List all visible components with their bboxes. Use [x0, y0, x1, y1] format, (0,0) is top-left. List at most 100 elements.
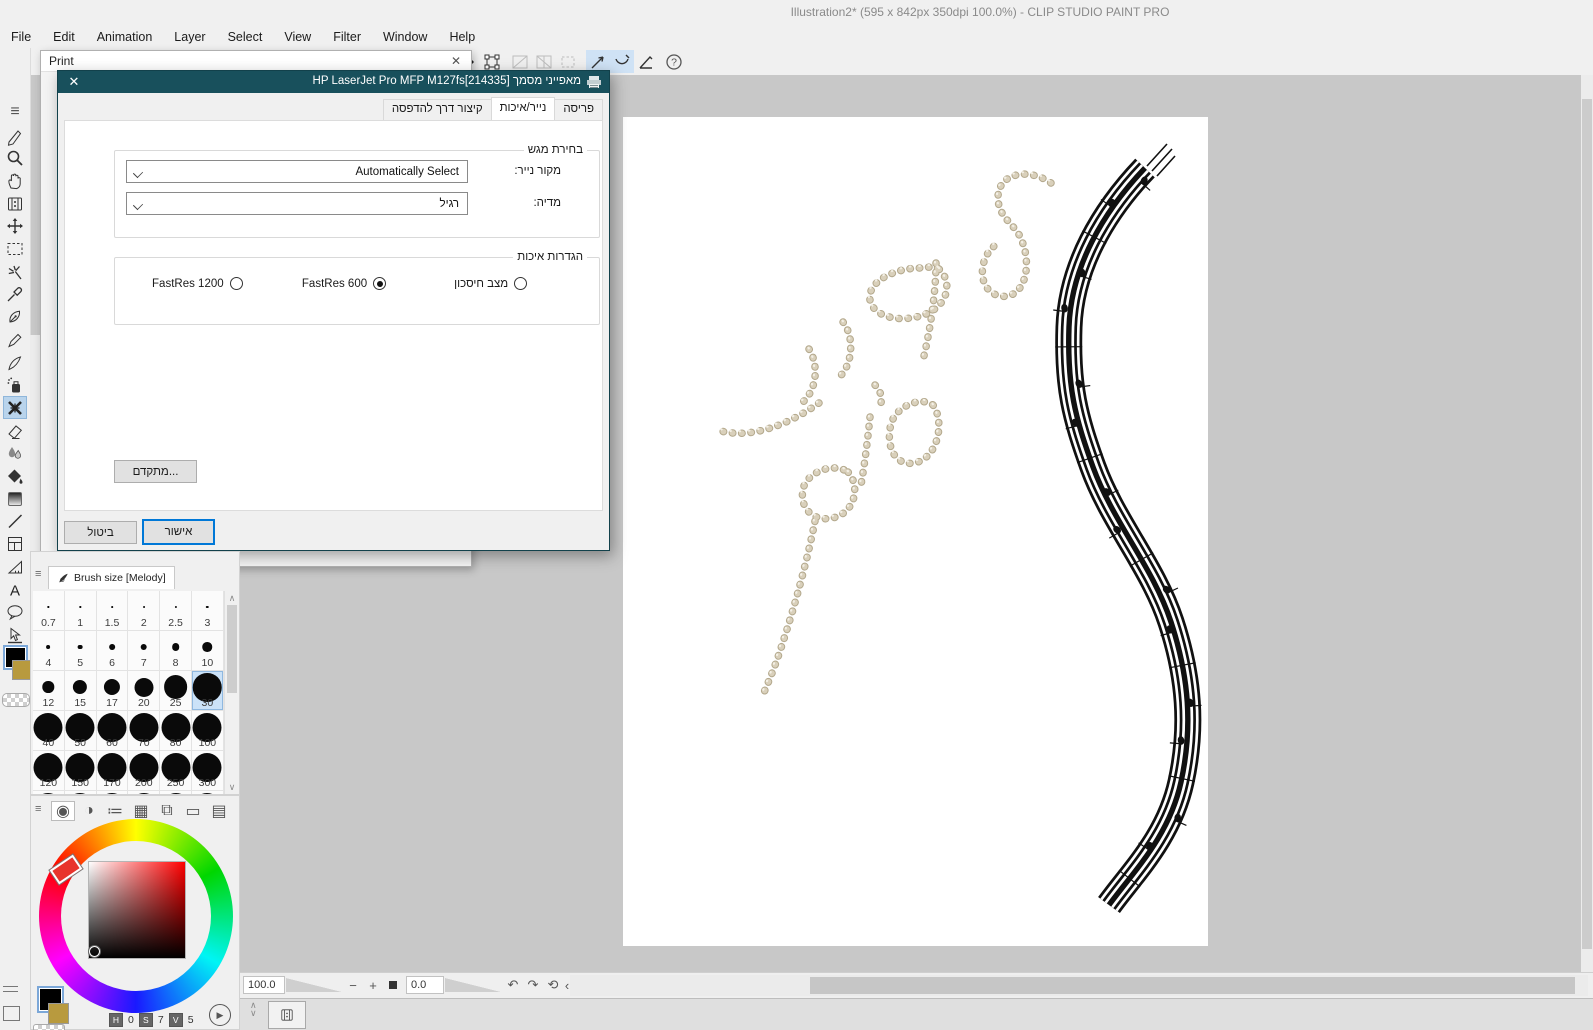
brush-panel-scrollbar[interactable]: ∧ ∨	[224, 591, 239, 794]
brush-size-cell[interactable]: 17	[96, 671, 129, 711]
brush-size-cell[interactable]: 60	[96, 711, 129, 751]
brush-size-cell[interactable]: 300	[192, 751, 224, 791]
color-mixing-tab-icon[interactable]: ▭	[181, 801, 205, 821]
brush-size-cell[interactable]: 5	[64, 631, 97, 671]
paper-source-dropdown[interactable]: Automatically Select	[126, 160, 468, 183]
decoration-tool[interactable]	[3, 396, 27, 420]
brush-size-cell[interactable]: 25	[160, 671, 192, 711]
color-approx-tab-icon[interactable]: ◑	[77, 801, 101, 821]
radio-circle-icon[interactable]	[229, 277, 243, 290]
brush-size-tab[interactable]: Brush size [Melody]	[48, 566, 175, 589]
eyedropper-tool[interactable]	[3, 283, 27, 306]
brush-size-cell[interactable]: 70	[128, 711, 161, 751]
color-set-tab-icon[interactable]: ▦	[129, 801, 153, 821]
advanced-button[interactable]: מתקדם...	[114, 460, 197, 483]
menu-help[interactable]: Help	[438, 27, 486, 47]
ok-button[interactable]: אישור	[142, 519, 215, 545]
brush-size-cell[interactable]: 12	[33, 671, 65, 711]
menu-edit[interactable]: Edit	[42, 27, 86, 47]
zoom-tool[interactable]	[3, 147, 27, 170]
brush-size-cell[interactable]: 150	[64, 751, 97, 791]
ruler-tool[interactable]	[3, 555, 27, 578]
brush-size-cell[interactable]: 3	[192, 591, 224, 631]
radio-circle-icon[interactable]	[373, 277, 387, 290]
brush-size-cell[interactable]	[33, 791, 65, 794]
menu-select[interactable]: Select	[217, 27, 274, 47]
brush-size-cell[interactable]: 250	[160, 751, 192, 791]
menu-filter[interactable]: Filter	[322, 27, 372, 47]
menu-animation[interactable]: Animation	[86, 27, 164, 47]
radio-option[interactable]: מצב חיסכון	[417, 277, 564, 290]
brush-size-cell[interactable]	[97, 791, 129, 794]
brush-size-cell[interactable]: 15	[64, 671, 97, 711]
stepper-icons[interactable]: ∧ ∨	[250, 1001, 257, 1018]
brush-size-cell[interactable]: 8	[160, 631, 192, 671]
text-tool[interactable]: A	[3, 578, 27, 601]
dialog-tab[interactable]: פריסה	[554, 99, 603, 121]
brush-size-cell[interactable]: 4	[33, 631, 65, 671]
color-history-tab-icon[interactable]: ▤	[207, 801, 231, 821]
reset-rotation-icon[interactable]: ⟲	[544, 976, 562, 994]
print-window-titlebar[interactable]: Print ✕	[41, 51, 471, 72]
help-icon[interactable]: ?	[662, 50, 686, 73]
brush-size-cell[interactable]: 50	[64, 711, 97, 751]
radio-option[interactable]: FastRes 1200	[124, 277, 271, 290]
frame-tool[interactable]	[3, 533, 27, 556]
rotate-left-icon[interactable]: ↶	[504, 976, 522, 994]
color-wheel-tab-icon[interactable]: ◉	[51, 801, 75, 821]
fill-tool[interactable]	[3, 465, 27, 488]
brush-size-cell[interactable]: 1	[64, 591, 97, 631]
brush-size-cell[interactable]: 170	[96, 751, 129, 791]
vertical-scrollbar-thumb[interactable]	[1582, 99, 1592, 949]
brush-size-cell[interactable]	[160, 791, 192, 794]
zoom-value-field[interactable]: 100.0	[243, 976, 285, 994]
rotation-value-field[interactable]: 0.0	[406, 976, 444, 994]
panel-menu-icon[interactable]: ≡	[35, 803, 47, 815]
pencil-tool[interactable]	[3, 328, 27, 351]
airbrush-tool[interactable]	[3, 374, 27, 397]
dialog-close-icon[interactable]: ✕	[66, 74, 82, 90]
scroll-up-icon[interactable]: ∧	[227, 593, 237, 603]
brush-size-cell[interactable]: 2.5	[160, 591, 192, 631]
vertical-scrollbar[interactable]	[1581, 75, 1593, 972]
brush-size-cell[interactable]	[128, 791, 161, 794]
brush-size-cell[interactable]: 1.5	[96, 591, 129, 631]
saturation-value-square[interactable]	[88, 861, 186, 959]
brush-size-cell[interactable]	[65, 791, 97, 794]
radio-option[interactable]: FastRes 600	[271, 277, 418, 290]
pen-nib-tool[interactable]	[3, 306, 27, 329]
color-play-icon[interactable]: ▶	[209, 1004, 231, 1026]
canvas-page[interactable]	[623, 117, 1208, 946]
figure-tool[interactable]	[3, 510, 27, 533]
zoom-slider[interactable]	[286, 978, 342, 992]
blend-tool[interactable]	[3, 442, 27, 465]
rotate-right-icon[interactable]: ↷	[524, 976, 542, 994]
brush-size-cell[interactable]: 10	[192, 631, 224, 671]
menu-view[interactable]: View	[273, 27, 322, 47]
dialog-titlebar[interactable]: ✕ מאפייני מסמך [214335]HP LaserJet Pro M…	[58, 71, 609, 93]
scroll-down-icon[interactable]: ∨	[227, 782, 237, 792]
brush-size-cell[interactable]: 2	[128, 591, 161, 631]
object-select-tool[interactable]	[3, 623, 27, 646]
snap-curve-icon[interactable]	[610, 50, 634, 73]
hand-tool[interactable]	[3, 169, 27, 192]
brush-size-cell[interactable]: 100	[192, 711, 224, 751]
menu-layer[interactable]: Layer	[163, 27, 216, 47]
brush-size-cell[interactable]: 7	[128, 631, 161, 671]
transparent-color-swatch[interactable]	[33, 1024, 65, 1030]
workspace-icon[interactable]	[3, 986, 18, 992]
marquee-tool[interactable]	[3, 238, 27, 261]
brush-size-cell[interactable]: 80	[160, 711, 192, 751]
intermediate-color-tab-icon[interactable]: ⧉	[155, 801, 179, 821]
background-color-swatch[interactable]	[12, 660, 32, 680]
brush-size-cell[interactable]: 30	[192, 671, 224, 711]
brush-size-cell[interactable]	[192, 791, 224, 794]
menu-window[interactable]: Window	[372, 27, 438, 47]
gradient-tool[interactable]	[3, 487, 27, 510]
eraser-tool[interactable]	[3, 419, 27, 442]
background-color-swatch[interactable]	[48, 1003, 69, 1024]
dialog-tab[interactable]: קיצור דרך להדפסה	[382, 99, 492, 121]
snap-angle-icon[interactable]	[634, 50, 658, 73]
brush-size-cell[interactable]: 6	[96, 631, 129, 671]
print-window-close-icon[interactable]: ✕	[451, 54, 461, 68]
